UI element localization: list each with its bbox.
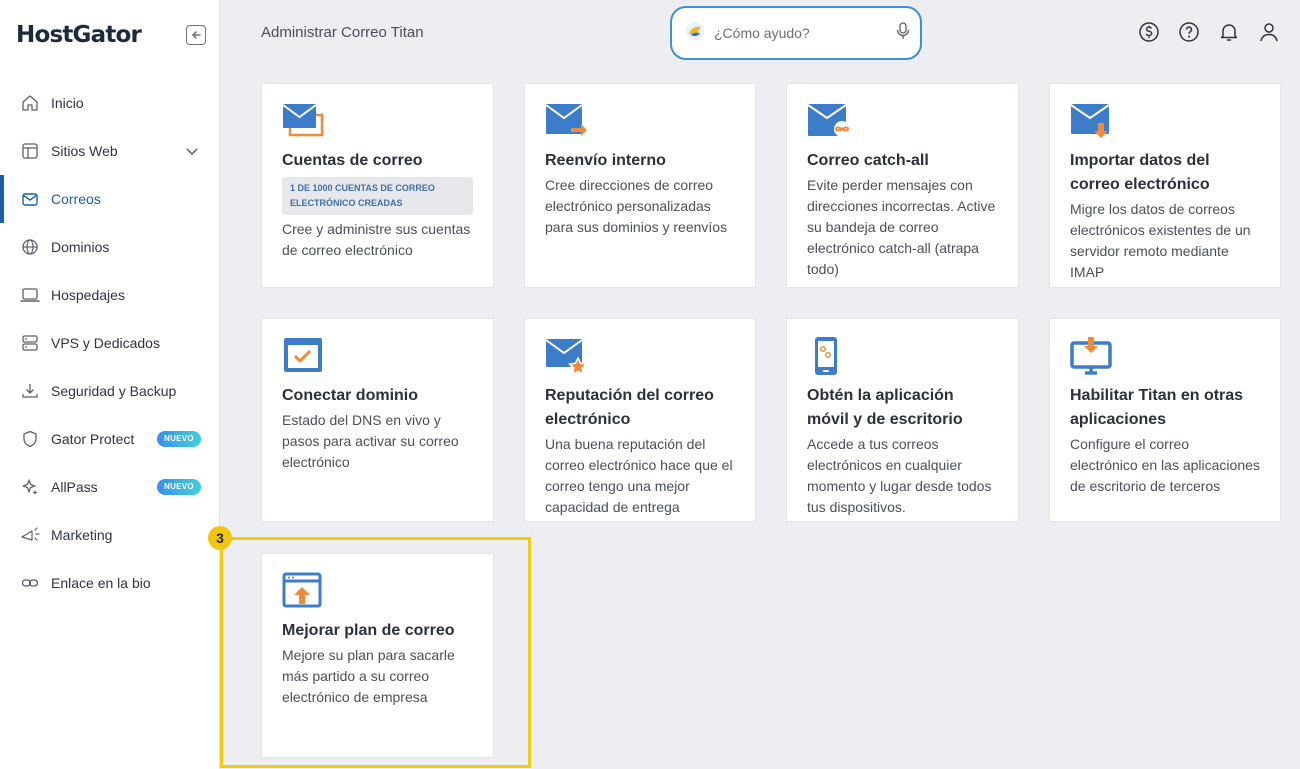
mail-icon (20, 189, 40, 209)
sparkle-icon (20, 477, 40, 497)
sidebar-item-correos[interactable]: Correos (0, 175, 220, 223)
card-title: Reenvío interno (545, 152, 666, 169)
layout-icon (20, 141, 40, 161)
step-highlight-box (220, 537, 531, 768)
download-icon (20, 381, 40, 401)
desktop-download-icon (1070, 336, 1114, 376)
sidebar-item-label: Inicio (51, 95, 84, 111)
help-icon[interactable] (1177, 20, 1200, 43)
home-icon (20, 93, 40, 113)
sidebar-item-vps[interactable]: VPS y Dedicados (0, 319, 220, 367)
card-description: Cree direcciones de correo electrónico p… (545, 177, 728, 235)
bell-icon[interactable] (1217, 20, 1240, 43)
card-title: Cuentas de correo (282, 152, 423, 169)
accounts-count-chip: 1 DE 1000 CUENTAS DE CORREO ELECTRÓNICO … (282, 177, 473, 215)
mail-import-icon (1070, 101, 1114, 141)
sidebar-item-gator-protect[interactable]: Gator Protect NUEVO (0, 415, 220, 463)
sidebar-item-label: Seguridad y Backup (51, 383, 177, 399)
sidebar: HostGator Inicio Sitios Web Correos Domi… (0, 0, 220, 769)
laptop-icon (20, 285, 40, 305)
logo-row: HostGator (16, 20, 206, 50)
megaphone-icon (20, 525, 40, 545)
step-number-badge: 3 (208, 526, 232, 550)
sidebar-item-label: Correos (51, 191, 101, 207)
hostgator-logo[interactable]: HostGator (16, 22, 142, 48)
shield-icon (20, 429, 40, 449)
card-description: Una buena reputación del correo electrón… (545, 436, 733, 515)
new-badge: NUEVO (157, 431, 201, 447)
sidebar-item-label: Enlace en la bio (51, 575, 151, 591)
mail-infinity-icon (807, 101, 851, 141)
microphone-icon[interactable] (895, 21, 911, 45)
link-icon (20, 573, 40, 593)
sidebar-item-seguridad[interactable]: Seguridad y Backup (0, 367, 220, 415)
server-icon (20, 333, 40, 353)
globe-icon (20, 237, 40, 257)
card-titan-other-apps[interactable]: Habilitar Titan en otras aplicaciones Co… (1049, 318, 1281, 522)
card-email-reputation[interactable]: Reputación del correo electrónico Una bu… (524, 318, 756, 522)
sidebar-item-label: Marketing (51, 527, 113, 543)
card-title: Conectar dominio (282, 387, 419, 404)
page-title: Administrar Correo Titan (261, 24, 424, 41)
card-internal-forwarding[interactable]: Reenvío interno Cree direcciones de corr… (524, 83, 756, 288)
mobile-phone-icon (807, 336, 851, 376)
card-connect-domain[interactable]: Conectar dominio Estado del DNS en vivo … (261, 318, 494, 522)
card-title: Habilitar Titan en otras aplicaciones (1070, 387, 1244, 428)
mail-forward-icon (545, 101, 589, 141)
sidebar-item-label: AllPass (51, 479, 98, 495)
search-input[interactable] (714, 25, 895, 41)
card-title: Obtén la aplicación móvil y de escritori… (807, 387, 963, 428)
card-catch-all[interactable]: Correo catch-all Evite perder mensajes c… (786, 83, 1019, 288)
checkbox-window-icon (282, 336, 326, 376)
sidebar-item-dominios[interactable]: Dominios (0, 223, 220, 271)
assistant-gator-icon (684, 20, 706, 47)
sidebar-item-enlace-bio[interactable]: Enlace en la bio (0, 559, 220, 607)
sidebar-item-marketing[interactable]: Marketing (0, 511, 220, 559)
header-actions (1137, 20, 1280, 43)
card-title: Importar datos del correo electrónico (1070, 152, 1210, 193)
card-title: Reputación del correo electrónico (545, 387, 714, 428)
card-mobile-desktop-app[interactable]: Obtén la aplicación móvil y de escritori… (786, 318, 1019, 522)
card-description: Estado del DNS en vivo y pasos para acti… (282, 412, 459, 470)
sidebar-item-label: VPS y Dedicados (51, 335, 160, 351)
new-badge: NUEVO (157, 479, 201, 495)
sidebar-item-allpass[interactable]: AllPass NUEVO (0, 463, 220, 511)
card-description: Evite perder mensajes con direcciones in… (807, 177, 996, 277)
search-bar[interactable] (670, 6, 922, 60)
billing-dollar-icon[interactable] (1137, 20, 1160, 43)
card-title: Correo catch-all (807, 152, 929, 169)
card-import-email-data[interactable]: Importar datos del correo electrónico Mi… (1049, 83, 1281, 288)
chevron-down-icon[interactable] (185, 144, 199, 161)
card-description: Migre los datos de correos electrónicos … (1070, 201, 1251, 280)
card-description: Configure el correo electrónico en las a… (1070, 436, 1260, 494)
card-description: Accede a tus correos electrónicos en cua… (807, 436, 992, 515)
sidebar-item-label: Sitios Web (51, 143, 118, 159)
sidebar-item-label: Gator Protect (51, 431, 135, 447)
sidebar-item-sitios-web[interactable]: Sitios Web (0, 127, 220, 175)
card-email-accounts[interactable]: Cuentas de correo 1 DE 1000 CUENTAS DE C… (261, 83, 494, 288)
collapse-sidebar-icon[interactable] (186, 25, 206, 45)
email-accounts-icon (282, 101, 326, 141)
card-description: Cree y administre sus cuentas de correo … (282, 221, 471, 258)
sidebar-item-inicio[interactable]: Inicio (0, 79, 220, 127)
user-icon[interactable] (1257, 20, 1280, 43)
sidebar-item-label: Dominios (51, 239, 110, 255)
sidebar-item-label: Hospedajes (51, 287, 125, 303)
sidebar-item-hospedajes[interactable]: Hospedajes (0, 271, 220, 319)
mail-star-icon (545, 336, 589, 376)
sidebar-nav: Inicio Sitios Web Correos Dominios Hospe… (0, 79, 220, 607)
